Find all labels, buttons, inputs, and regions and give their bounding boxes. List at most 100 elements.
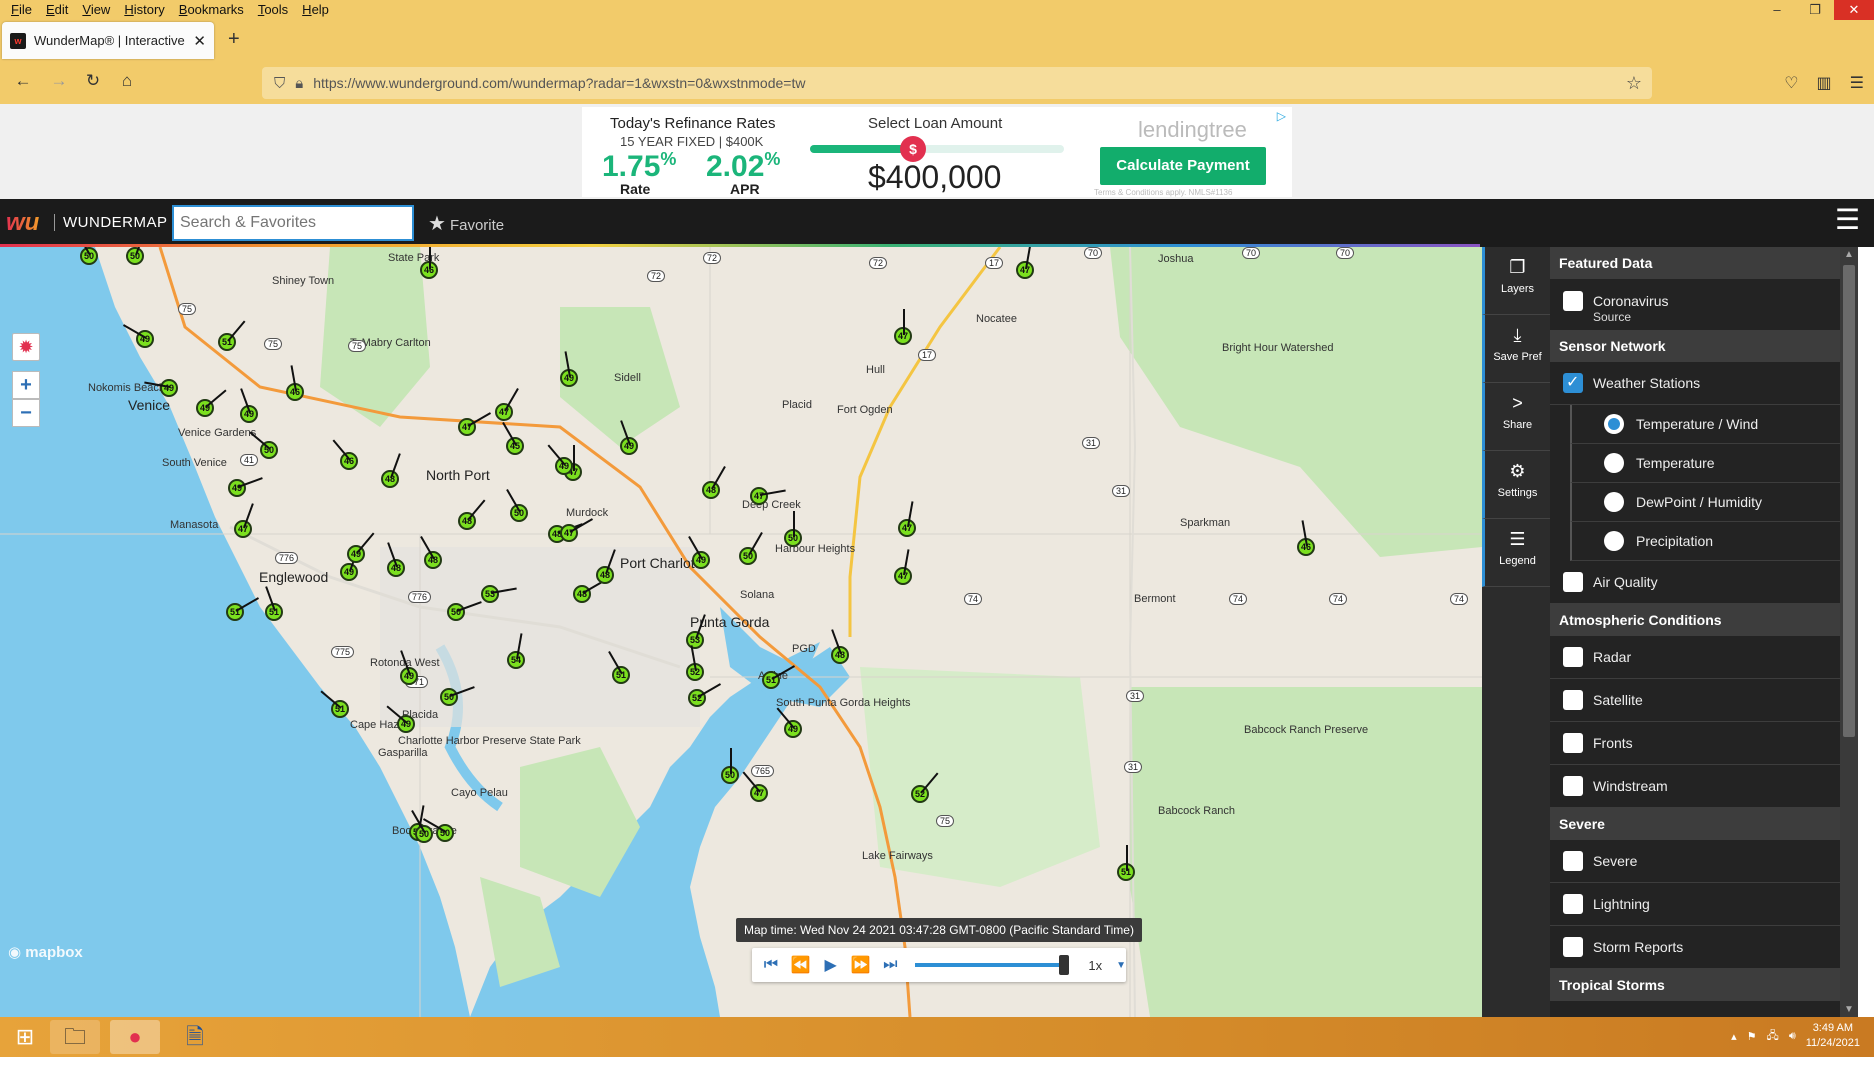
app-menu-icon[interactable]: ☰ [1850,73,1864,93]
time-slider[interactable] [915,955,1070,975]
air-quality-checkbox[interactable] [1563,572,1583,592]
volume-icon[interactable]: 🔊︎ [1789,1030,1796,1043]
menu-history[interactable]: History [117,0,171,20]
weather-station-marker[interactable]: 46 [286,365,304,401]
weather-station-marker[interactable]: 52 [911,772,939,803]
weather-station-marker[interactable]: 48 [596,549,616,584]
weather-station-marker[interactable]: 46 [420,247,438,279]
weather-station-marker[interactable]: 49 [347,532,375,563]
weather-station-marker[interactable]: 49 [688,535,710,569]
weather-station-marker[interactable]: 49 [386,705,415,733]
map-canvas[interactable]: State Park Shiney Town T. Mabry Carlton Nok… [0,247,1482,1017]
rail-legend[interactable]: ☰ Legend [1482,519,1550,587]
coronavirus-source[interactable]: Source [1550,310,1840,330]
weather-station-marker[interactable]: 48 [387,542,405,577]
zoom-in-button[interactable]: + [12,371,40,399]
radar-checkbox[interactable] [1563,647,1583,667]
weather-station-marker[interactable]: 49 [122,324,154,348]
panel-scrollbar[interactable]: ▲ ▼ [1840,247,1858,1017]
precipitation-radio[interactable] [1604,531,1624,551]
weather-station-marker[interactable]: 50 [721,748,739,784]
fast-forward-icon[interactable]: ⏩ [850,955,872,975]
weather-station-marker[interactable]: 47 [234,503,254,538]
tab-close-icon[interactable]: ✕ [193,32,206,50]
weather-station-marker[interactable]: 46 [332,439,358,470]
menu-help[interactable]: Help [295,0,336,20]
weather-station-marker[interactable]: 47 [750,487,786,505]
weather-station-marker[interactable]: 47 [495,387,519,421]
layer-lightning[interactable]: Lightning [1550,883,1840,926]
severe-checkbox[interactable] [1563,851,1583,871]
rewind-icon[interactable]: ⏪ [790,955,812,975]
layer-storm-reports[interactable]: Storm Reports [1550,926,1840,969]
play-icon[interactable]: ▶ [820,955,842,975]
notepad-icon[interactable]: 🗎 [170,1020,220,1054]
skip-end-icon[interactable]: ⏭ [879,956,901,974]
url-text[interactable]: https://www.wunderground.com/wundermap?r… [313,75,805,91]
lock-icon[interactable]: 🔒︎ [295,75,303,92]
weather-station-marker[interactable]: 51 [218,320,246,351]
favorite-button[interactable]: ★ Favorite [428,211,504,236]
satellite-checkbox[interactable] [1563,690,1583,710]
menu-file[interactable]: File [4,0,39,20]
weather-station-marker[interactable]: 47 [742,771,768,802]
weather-station-marker[interactable]: 51 [320,690,349,718]
weather-station-marker[interactable]: 47 [1016,247,1034,279]
menu-tools[interactable]: Tools [251,0,295,20]
reload-icon[interactable]: ↻ [80,71,106,91]
weather-station-marker[interactable]: 50 [126,247,146,265]
weather-station-marker[interactable]: 49 [547,444,573,475]
coronavirus-checkbox[interactable] [1563,290,1583,311]
back-icon[interactable]: ← [10,71,36,91]
weather-station-marker[interactable]: 51 [762,665,796,689]
weather-station-marker[interactable]: 48 [458,499,486,530]
weather-station-marker[interactable]: 48 [573,579,607,603]
network-icon[interactable]: 🖧 [1767,1027,1779,1046]
weather-station-marker[interactable]: 49 [400,650,418,685]
geolocate-sun-icon[interactable]: ✹ [12,333,40,361]
zoom-out-button[interactable]: − [12,399,40,427]
mode-temperature[interactable]: Temperature [1570,444,1840,483]
weather-station-marker[interactable]: 49 [228,477,263,497]
menu-edit[interactable]: Edit [39,0,75,20]
wu-logo[interactable]: wu [6,209,39,237]
layer-windstream[interactable]: Windstream [1550,765,1840,808]
lightning-checkbox[interactable] [1563,894,1583,914]
weather-station-marker[interactable]: 50 [739,531,763,565]
weather-station-marker[interactable]: 47 [560,518,594,542]
weather-station-marker[interactable]: 51 [608,650,630,684]
weather-station-marker[interactable]: 52 [686,645,704,681]
chevron-down-icon[interactable]: ▼ [1116,960,1126,971]
rail-save-pref[interactable]: ⤓ Save Pref [1482,315,1550,383]
weather-station-marker[interactable]: 49 [144,379,178,397]
weather-station-marker[interactable]: 50 [422,818,454,842]
skip-start-icon[interactable]: ⏮ [760,956,782,974]
rail-settings[interactable]: ⚙ Settings [1482,451,1550,519]
close-window-button[interactable]: ✕ [1834,0,1874,20]
restore-button[interactable]: ❐ [1796,0,1834,20]
weather-stations-checkbox[interactable] [1563,372,1583,393]
weather-station-marker[interactable]: 45 [502,421,524,455]
scrollbar-thumb[interactable] [1843,265,1855,737]
weather-station-marker[interactable]: 50 [76,247,98,265]
home-icon[interactable]: ⌂ [114,71,140,91]
weather-station-marker[interactable]: 50 [784,511,802,547]
storm-reports-checkbox[interactable] [1563,937,1583,957]
windows-start-icon[interactable]: ⊞ [0,1020,50,1054]
dewpoint-humidity-radio[interactable] [1604,492,1624,512]
weather-station-marker[interactable]: 51 [226,597,260,621]
weather-station-marker[interactable]: 47 [898,501,916,537]
weather-station-marker[interactable]: 53 [481,585,517,603]
forward-icon[interactable]: → [46,71,72,91]
layer-satellite[interactable]: Satellite [1550,679,1840,722]
weather-station-marker[interactable]: 50 [447,601,482,621]
speed-select[interactable]: 1x [1088,958,1102,973]
pocket-icon[interactable]: ♡ [1784,73,1798,93]
file-explorer-icon[interactable]: 🗀 [50,1020,100,1054]
layer-radar[interactable]: Radar [1550,636,1840,679]
rail-layers[interactable]: ❐ Layers [1482,247,1550,315]
mode-dewpoint-humidity[interactable]: DewPoint / Humidity [1570,483,1840,522]
weather-station-marker[interactable]: 54 [507,633,525,669]
layer-weather-stations[interactable]: Weather Stations [1550,362,1840,405]
tray-chevron-icon[interactable]: ▴ [1731,1030,1737,1043]
